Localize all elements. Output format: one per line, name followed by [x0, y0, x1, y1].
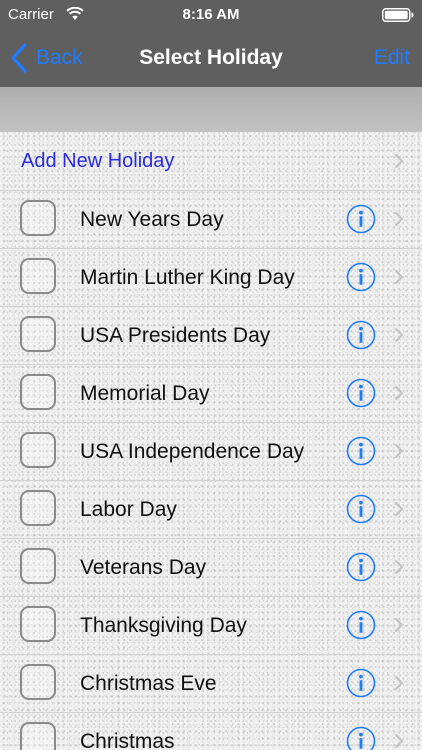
holiday-row[interactable]: USA Presidents Day [0, 307, 422, 365]
chevron-right-icon [394, 675, 404, 691]
chevron-right-icon [394, 443, 404, 459]
holiday-label: Veterans Day [80, 556, 207, 579]
back-label: Back [36, 46, 83, 69]
holiday-checkbox[interactable] [20, 316, 56, 352]
holiday-checkbox[interactable] [20, 258, 56, 294]
status-time: 8:16 AM [182, 6, 240, 23]
info-icon[interactable] [346, 552, 376, 582]
battery-icon [382, 8, 414, 22]
holiday-checkbox[interactable] [20, 374, 56, 410]
holiday-label: Labor Day [80, 498, 177, 521]
holiday-row[interactable]: Christmas [0, 713, 422, 750]
holiday-row[interactable]: New Years Day [0, 191, 422, 249]
holiday-label: USA Independence Day [80, 440, 305, 463]
chevron-right-icon [394, 501, 404, 517]
chevron-right-icon [394, 559, 404, 575]
chevron-right-icon [394, 617, 404, 633]
holiday-row[interactable]: Labor Day [0, 481, 422, 539]
status-bar: Carrier 8:16 AM [0, 0, 422, 29]
header-area: Carrier 8:16 AM Back Select Holiday Edit [0, 0, 422, 87]
holiday-row[interactable]: Memorial Day [0, 365, 422, 423]
holiday-checkbox[interactable] [20, 548, 56, 584]
page-title: Select Holiday [139, 46, 283, 69]
holiday-label: Christmas Eve [80, 672, 217, 695]
add-holiday-link[interactable]: Add New Holiday [21, 132, 174, 190]
chevron-right-icon [394, 269, 404, 285]
chevron-right-icon [394, 327, 404, 343]
chevron-right-icon [394, 153, 404, 169]
header-band [0, 87, 422, 132]
holiday-checkbox[interactable] [20, 606, 56, 642]
edit-button[interactable]: Edit [374, 43, 410, 73]
navigation-bar: Back Select Holiday Edit [0, 29, 422, 87]
info-icon[interactable] [346, 378, 376, 408]
holiday-row[interactable]: Veterans Day [0, 539, 422, 597]
holiday-checkbox[interactable] [20, 490, 56, 526]
holiday-label: Thanksgiving Day [80, 614, 247, 637]
holiday-label: New Years Day [80, 208, 224, 231]
holiday-row[interactable]: Thanksgiving Day [0, 597, 422, 655]
back-button[interactable]: Back [10, 43, 83, 73]
holiday-row[interactable]: Christmas Eve [0, 655, 422, 713]
holiday-label: Martin Luther King Day [80, 266, 295, 289]
chevron-left-icon [10, 43, 28, 73]
holiday-label: Memorial Day [80, 382, 210, 405]
info-icon[interactable] [346, 204, 376, 234]
info-icon[interactable] [346, 610, 376, 640]
info-icon[interactable] [346, 262, 376, 292]
chevron-right-icon [394, 211, 404, 227]
add-holiday-row[interactable]: Add New Holiday [0, 132, 422, 191]
holiday-row[interactable]: USA Independence Day [0, 423, 422, 481]
info-icon[interactable] [346, 668, 376, 698]
holiday-label: Christmas [80, 730, 175, 750]
info-icon[interactable] [346, 436, 376, 466]
holiday-row[interactable]: Martin Luther King Day [0, 249, 422, 307]
chevron-right-icon [394, 385, 404, 401]
holiday-checkbox[interactable] [20, 664, 56, 700]
info-icon[interactable] [346, 726, 376, 750]
holiday-checkbox[interactable] [20, 722, 56, 750]
holiday-list: Add New Holiday New Years Day Martin Lut… [0, 132, 422, 750]
holiday-checkbox[interactable] [20, 200, 56, 236]
info-icon[interactable] [346, 320, 376, 350]
holiday-checkbox[interactable] [20, 432, 56, 468]
info-icon[interactable] [346, 494, 376, 524]
holiday-label: USA Presidents Day [80, 324, 271, 347]
chevron-right-icon [394, 733, 404, 749]
